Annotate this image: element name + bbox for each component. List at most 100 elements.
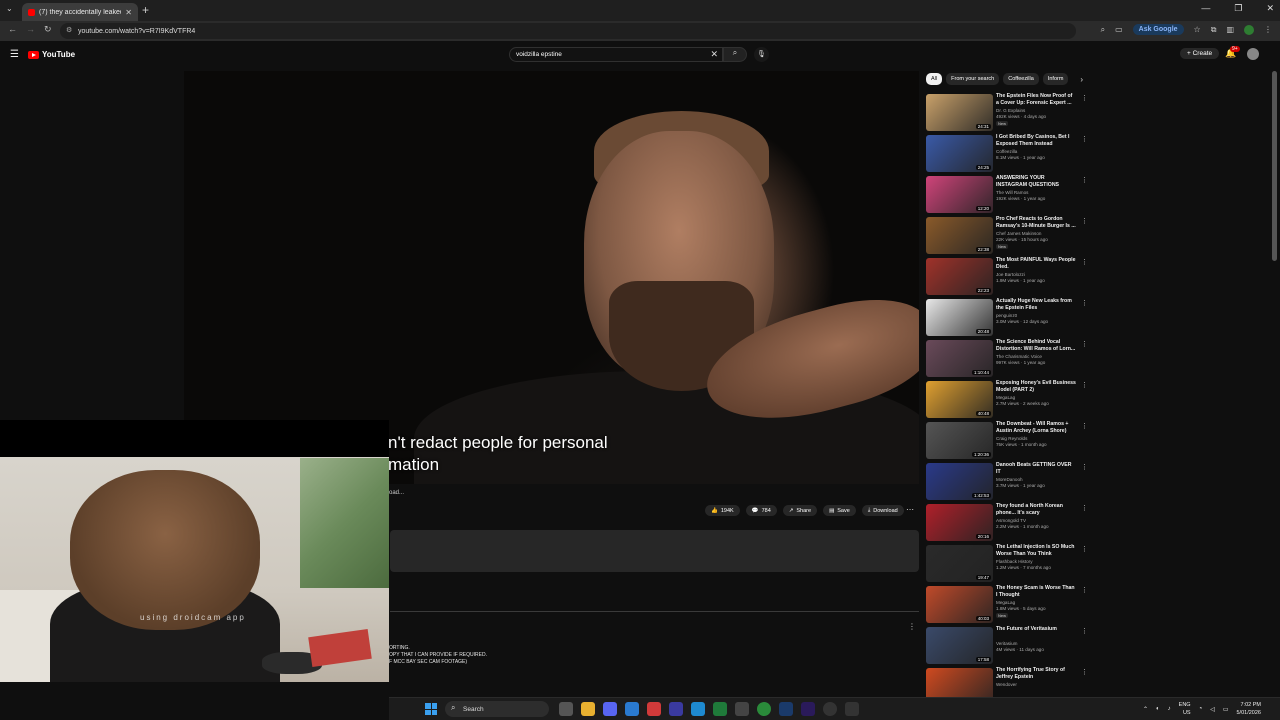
maximize-button[interactable]: ❐ — [1234, 3, 1242, 14]
zoom-icon[interactable]: ⌕ — [1101, 25, 1105, 35]
comment-menu-icon[interactable]: ⋮ — [908, 622, 916, 631]
recommendation-title[interactable]: I Got Bribed By Casinos, Bet I Exposed T… — [996, 134, 1076, 148]
recommendation-thumbnail[interactable]: 40:03 — [926, 586, 993, 623]
youtube-logo[interactable]: YouTube — [28, 50, 75, 59]
volume-icon[interactable]: ◁ — [1210, 706, 1215, 713]
comments-button[interactable]: 💬 784 — [745, 505, 777, 516]
recommendation-item[interactable]: 40:03 The Honey Scam is Worse Than I Thou… — [926, 585, 1088, 624]
recommendation-thumbnail[interactable]: 17:58 — [926, 627, 993, 664]
file-explorer-icon[interactable] — [581, 702, 595, 716]
page-scrollbar[interactable] — [1272, 71, 1277, 261]
profile-avatar[interactable] — [1244, 24, 1254, 35]
recommendation-channel[interactable]: Joe Bartolozzi — [996, 272, 1025, 277]
recommendation-channel[interactable]: Dr. G Explains — [996, 108, 1025, 113]
site-info-icon[interactable]: ⚙ — [66, 26, 72, 34]
recommendation-menu-icon[interactable]: ⋮ — [1081, 586, 1088, 594]
recommendation-channel[interactable]: The Will Ramos — [996, 190, 1028, 195]
recommendation-menu-icon[interactable]: ⋮ — [1081, 217, 1088, 225]
minimize-button[interactable]: — — [1201, 3, 1210, 14]
discord-icon[interactable] — [603, 702, 617, 716]
search-button[interactable]: ⌕ — [723, 47, 747, 62]
recommendation-title[interactable]: Exposing Honey's Evil Business Model (PA… — [996, 380, 1076, 394]
recommendation-title[interactable]: They found a North Korean phone... It's … — [996, 503, 1076, 517]
recommendation-channel[interactable]: The Charismatic Voice — [996, 354, 1042, 359]
recommendation-title[interactable]: The Horrifying True Story of Jeffrey Eps… — [996, 667, 1076, 681]
outlook-icon[interactable] — [625, 702, 639, 716]
recommendation-thumbnail[interactable]: 24:25 — [926, 135, 993, 172]
app-dark-icon[interactable] — [845, 702, 859, 716]
chip-from-your-search[interactable]: From your search — [946, 73, 1000, 85]
recommendation-menu-icon[interactable]: ⋮ — [1081, 627, 1088, 635]
recommendation-item[interactable]: 24:25 I Got Bribed By Casinos, Bet I Expo… — [926, 134, 1088, 173]
more-actions-icon[interactable]: ⋯ — [906, 505, 914, 514]
recommendation-item[interactable]: 20:16 They found a North Korean phone... … — [926, 503, 1088, 542]
recommendation-thumbnail[interactable]: 40:48 — [926, 381, 993, 418]
windows-start-icon[interactable] — [425, 703, 437, 715]
recommendation-channel[interactable]: MoreDanooh — [996, 477, 1023, 482]
browser-tab[interactable]: (7) they accidentally leaked ec... ✕ — [22, 3, 138, 21]
tab-close-icon[interactable]: ✕ — [125, 8, 132, 17]
download-button[interactable]: ⤓ Download — [861, 505, 904, 516]
recommendation-item[interactable]: 19:47 The Lethal Injection Is SO Much Wor… — [926, 544, 1088, 583]
address-bar[interactable]: ⚙ youtube.com/watch?v=R7I9KdVTFR4 — [60, 23, 1076, 39]
recommendation-thumbnail[interactable]: 20:16 — [926, 504, 993, 541]
tab-list-icon[interactable]: ⌄ — [6, 4, 13, 13]
recommendation-thumbnail[interactable]: 22:38 — [926, 217, 993, 254]
recommendation-item[interactable]: 1:42:53 Danooh Beats GETTING OVER IT MoreD… — [926, 462, 1088, 501]
create-button[interactable]: + Create — [1180, 48, 1220, 59]
obs-icon[interactable] — [823, 702, 837, 716]
chip-inform[interactable]: Inform — [1042, 73, 1069, 85]
recommendation-item[interactable]: 22:23 The Most PAINFUL Ways People Died. J… — [926, 257, 1088, 296]
description-box[interactable] — [390, 530, 919, 572]
recommendation-menu-icon[interactable]: ⋮ — [1081, 258, 1088, 266]
edge-icon[interactable] — [691, 702, 705, 716]
recommendation-channel[interactable]: Coffeezilla — [996, 149, 1017, 154]
extensions-icon[interactable]: ⧉ — [1211, 25, 1217, 35]
recommendation-menu-icon[interactable]: ⋮ — [1081, 299, 1088, 307]
recommendation-menu-icon[interactable]: ⋮ — [1081, 668, 1088, 676]
close-window-button[interactable]: ✕ — [1266, 3, 1274, 14]
recommendation-title[interactable]: The Science Behind Vocal Distortion: Wil… — [996, 339, 1076, 353]
recommendation-menu-icon[interactable]: ⋮ — [1081, 504, 1088, 512]
app-red-icon[interactable] — [647, 702, 661, 716]
recommendation-menu-icon[interactable]: ⋮ — [1081, 545, 1088, 553]
recommendation-title[interactable]: Danooh Beats GETTING OVER IT — [996, 462, 1076, 476]
recommendation-item[interactable]: 22:38 Pro Chef Reacts to Gordon Ramsay's … — [926, 216, 1088, 255]
battery-icon[interactable]: ▭ — [1223, 706, 1229, 713]
recommendation-item[interactable]: 1:10:44 The Science Behind Vocal Distorti… — [926, 339, 1088, 378]
recommendation-channel[interactable]: Wendover — [996, 682, 1017, 687]
clock[interactable]: 7:02 PM 5/01/2026 — [1237, 701, 1261, 717]
recommendation-item[interactable]: 12:20 ANSWERING YOUR INSTAGRAM QUESTIONS T… — [926, 175, 1088, 214]
excel-icon[interactable] — [713, 702, 727, 716]
recommendation-channel[interactable]: MegaLag — [996, 600, 1015, 605]
app-blue-icon[interactable] — [669, 702, 683, 716]
recommendation-channel[interactable]: Flashback History — [996, 559, 1033, 564]
back-icon[interactable]: ← — [8, 24, 17, 34]
search-input[interactable]: voidzilla epstine ✕ — [509, 47, 723, 62]
tray-mic-icon[interactable]: ♪ — [1168, 706, 1171, 712]
clear-search-icon[interactable]: ✕ — [710, 49, 718, 60]
sidepanel-icon[interactable]: ▥ — [1226, 25, 1234, 34]
recommendation-channel[interactable]: Craig Reynolds — [996, 436, 1027, 441]
recommendation-thumbnail[interactable]: 1:42:53 — [926, 463, 993, 500]
guide-menu-icon[interactable]: ☰ — [10, 49, 19, 60]
reload-icon[interactable]: ↻ — [44, 24, 52, 35]
browser-menu-icon[interactable]: ⋮ — [1264, 25, 1272, 34]
recommendation-title[interactable]: The Epstein Files Now Proof of a Cover U… — [996, 93, 1076, 107]
recommendation-thumbnail[interactable]: 1:20:36 — [926, 422, 993, 459]
save-button[interactable]: ▤ Save — [823, 505, 856, 516]
recommendation-title[interactable]: The Honey Scam is Worse Than I Thought — [996, 585, 1076, 599]
wifi-icon[interactable]: ◔ — [1199, 706, 1203, 712]
recommendation-title[interactable]: Actually Huge New Leaks from the Epstein… — [996, 298, 1076, 312]
share-button[interactable]: ↗ Share — [782, 505, 818, 516]
tray-app-icon[interactable]: ◐ — [1156, 706, 1160, 712]
recommendation-item[interactable]: 24:31 The Epstein Files Now Proof of a Co… — [926, 93, 1088, 132]
recommendation-title[interactable]: Pro Chef Reacts to Gordon Ramsay's 10-Mi… — [996, 216, 1076, 230]
premiere-icon[interactable] — [801, 702, 815, 716]
recommendation-item[interactable]: 1:20:36 The Downbeat - Will Ramos + Austi… — [926, 421, 1088, 460]
task-view-icon[interactable] — [559, 702, 573, 716]
input-language[interactable]: ENG US — [1179, 701, 1191, 717]
recommendation-thumbnail[interactable]: 24:31 — [926, 94, 993, 131]
new-tab-button[interactable]: + — [142, 3, 149, 17]
chevron-right-icon[interactable]: › — [1080, 75, 1083, 84]
